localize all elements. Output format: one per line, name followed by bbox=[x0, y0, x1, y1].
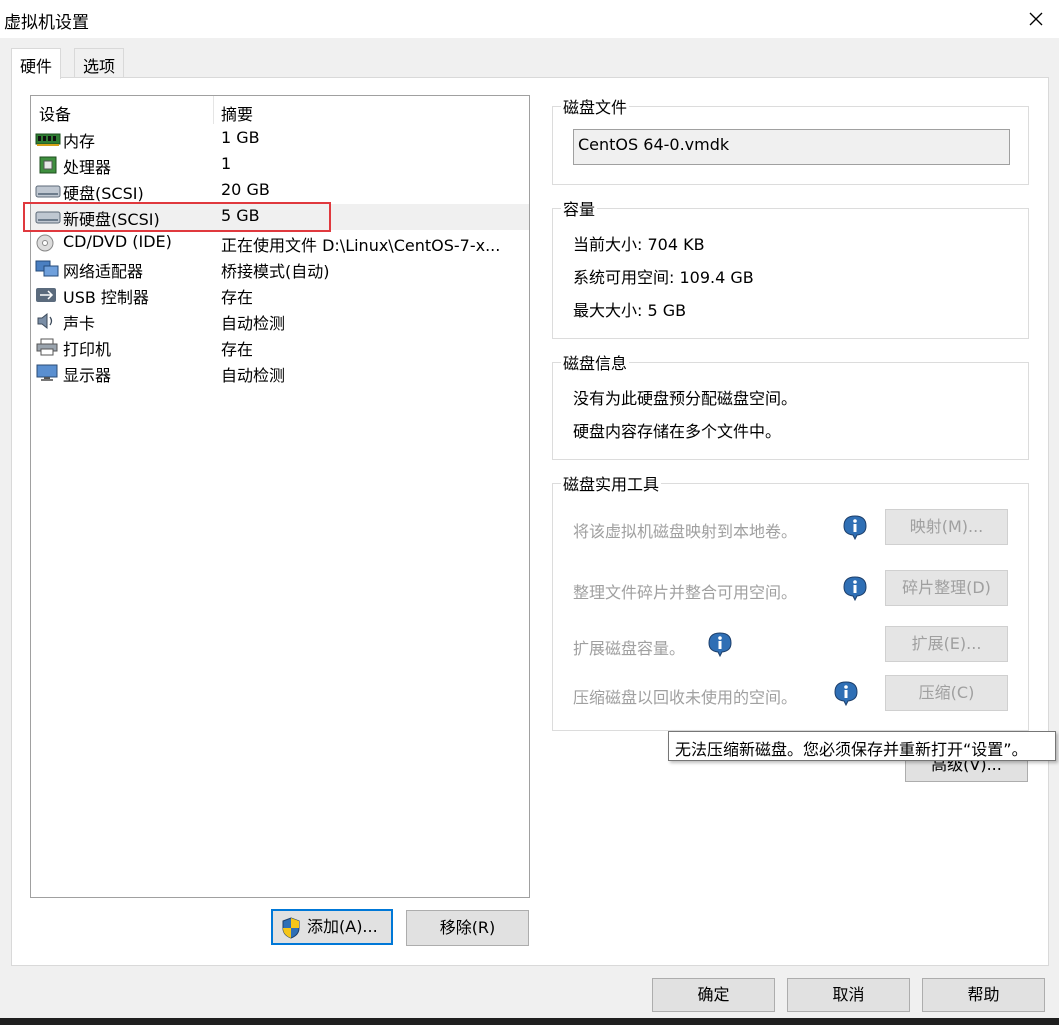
device-row-new-hard-disk[interactable]: 新硬盘(SCSI) 5 GB bbox=[31, 204, 529, 230]
disk-info-title: 磁盘信息 bbox=[561, 350, 630, 374]
device-summary: 1 bbox=[221, 154, 232, 173]
device-list[interactable]: 设备 摘要 内存 1 GB 处理器 1 硬盘(SCSI) 20 GB 新硬盘(S… bbox=[30, 95, 530, 898]
free-space-value: 109.4 GB bbox=[679, 268, 754, 287]
device-row-cd-dvd[interactable]: CD/DVD (IDE) 正在使用文件 D:\Linux\CentOS-7-x.… bbox=[31, 230, 529, 256]
disk-info-line-2: 硬盘内容存储在多个文件中。 bbox=[573, 422, 782, 441]
help-button[interactable]: 帮助 bbox=[922, 978, 1045, 1012]
compact-label: 压缩磁盘以回收未使用的空间。 bbox=[573, 688, 798, 707]
device-name: 打印机 bbox=[63, 340, 112, 359]
device-name: 硬盘(SCSI) bbox=[63, 184, 144, 203]
device-row-memory[interactable]: 内存 1 GB bbox=[31, 126, 529, 152]
max-size-value: 5 GB bbox=[647, 301, 687, 320]
current-size-value: 704 KB bbox=[647, 235, 705, 254]
device-row-processor[interactable]: 处理器 1 bbox=[31, 152, 529, 178]
capacity-title: 容量 bbox=[561, 196, 598, 220]
disk-info-line-1: 没有为此硬盘预分配磁盘空间。 bbox=[573, 389, 798, 408]
hard-disk-icon bbox=[35, 185, 61, 198]
free-space-line: 系统可用空间: 109.4 GB bbox=[573, 264, 754, 288]
ok-button[interactable]: 确定 bbox=[652, 978, 775, 1012]
device-name: USB 控制器 bbox=[63, 288, 149, 307]
close-button[interactable] bbox=[1013, 0, 1059, 38]
defragment-label: 整理文件碎片并整合可用空间。 bbox=[573, 583, 798, 602]
tab-bar: 硬件 选项 bbox=[0, 38, 1059, 79]
capacity-group: 容量 当前大小: 704 KB 系统可用空间: 109.4 GB 最大大小: 5… bbox=[552, 196, 1029, 339]
device-name: 网络适配器 bbox=[63, 262, 144, 281]
device-row-display[interactable]: 显示器 自动检测 bbox=[31, 360, 529, 386]
disk-utilities-title: 磁盘实用工具 bbox=[561, 471, 662, 495]
info-icon[interactable] bbox=[707, 631, 733, 657]
memory-icon bbox=[35, 133, 61, 146]
compact-button[interactable]: 压缩(C) bbox=[885, 675, 1008, 711]
device-row-network-adapter[interactable]: 网络适配器 桥接模式(自动) bbox=[31, 256, 529, 282]
expand-button[interactable]: 扩展(E)... bbox=[885, 626, 1008, 662]
disk-file-title: 磁盘文件 bbox=[561, 94, 630, 118]
device-summary: 存在 bbox=[221, 340, 254, 359]
device-name: 新硬盘(SCSI) bbox=[63, 210, 160, 229]
remove-device-button[interactable]: 移除(R) bbox=[406, 910, 529, 946]
info-icon[interactable] bbox=[842, 575, 868, 601]
device-list-header: 设备 摘要 bbox=[31, 96, 529, 124]
device-name: 显示器 bbox=[63, 366, 112, 385]
device-row-hard-disk[interactable]: 硬盘(SCSI) 20 GB bbox=[31, 178, 529, 204]
printer-icon bbox=[36, 338, 58, 356]
info-icon[interactable] bbox=[833, 680, 859, 706]
current-size-label: 当前大小: bbox=[573, 235, 643, 254]
tab-hardware[interactable]: 硬件 bbox=[11, 48, 62, 79]
current-size-line: 当前大小: 704 KB bbox=[573, 231, 705, 255]
processor-icon bbox=[39, 156, 57, 174]
window-title: 虚拟机设置 bbox=[4, 13, 89, 33]
cd-dvd-icon bbox=[36, 234, 54, 252]
map-disk-label: 将该虚拟机磁盘映射到本地卷。 bbox=[573, 522, 798, 541]
device-row-sound-card[interactable]: 声卡 自动检测 bbox=[31, 308, 529, 334]
disk-file-field[interactable]: CentOS 64-0.vmdk bbox=[573, 129, 1010, 165]
device-summary: 20 GB bbox=[221, 180, 270, 199]
map-button[interactable]: 映射(M)... bbox=[885, 509, 1008, 545]
network-adapter-icon bbox=[35, 260, 59, 277]
device-summary: 自动检测 bbox=[221, 314, 286, 333]
disk-file-group: 磁盘文件 CentOS 64-0.vmdk bbox=[552, 94, 1029, 185]
device-summary: 桥接模式(自动) bbox=[221, 262, 330, 281]
max-size-label: 最大大小: bbox=[573, 301, 643, 320]
max-size-line: 最大大小: 5 GB bbox=[573, 297, 686, 321]
device-summary: 正在使用文件 D:\Linux\CentOS-7-x... bbox=[221, 236, 501, 255]
taskbar-edge bbox=[0, 1018, 1059, 1025]
info-icon[interactable] bbox=[842, 514, 868, 540]
add-device-button-label: 添加(A)... bbox=[307, 917, 378, 936]
tab-options[interactable]: 选项 bbox=[74, 48, 125, 77]
add-device-button[interactable]: 添加(A)... bbox=[271, 909, 393, 945]
title-bar: 虚拟机设置 bbox=[0, 0, 1059, 38]
close-icon bbox=[1029, 12, 1043, 26]
device-name: CD/DVD (IDE) bbox=[63, 232, 172, 251]
device-summary: 存在 bbox=[221, 288, 254, 307]
disk-utilities-group: 磁盘实用工具 将该虚拟机磁盘映射到本地卷。 映射(M)... 整理文件碎片并整合… bbox=[552, 471, 1029, 731]
device-row-usb-controller[interactable]: USB 控制器 存在 bbox=[31, 282, 529, 308]
expand-label: 扩展磁盘容量。 bbox=[573, 639, 686, 658]
device-name: 声卡 bbox=[63, 314, 96, 333]
device-name: 内存 bbox=[63, 132, 96, 151]
display-icon bbox=[36, 364, 58, 381]
device-summary: 5 GB bbox=[221, 206, 260, 225]
disk-info-group: 磁盘信息 没有为此硬盘预分配磁盘空间。 硬盘内容存储在多个文件中。 bbox=[552, 350, 1029, 460]
device-name: 处理器 bbox=[63, 158, 112, 177]
device-summary: 1 GB bbox=[221, 128, 260, 147]
hard-disk-icon bbox=[35, 211, 61, 224]
cancel-button[interactable]: 取消 bbox=[787, 978, 910, 1012]
shield-icon bbox=[282, 917, 300, 939]
sound-card-icon bbox=[37, 312, 53, 330]
compact-tooltip: 无法压缩新磁盘。您必须保存并重新打开“设置”。 bbox=[668, 731, 1056, 761]
usb-icon bbox=[36, 288, 56, 302]
column-header-device[interactable]: 设备 bbox=[39, 101, 71, 125]
device-row-printer[interactable]: 打印机 存在 bbox=[31, 334, 529, 360]
defragment-button[interactable]: 碎片整理(D) bbox=[885, 570, 1008, 606]
column-separator[interactable] bbox=[213, 96, 214, 124]
column-header-summary[interactable]: 摘要 bbox=[221, 101, 253, 125]
device-summary: 自动检测 bbox=[221, 366, 286, 385]
free-space-label: 系统可用空间: bbox=[573, 268, 675, 287]
